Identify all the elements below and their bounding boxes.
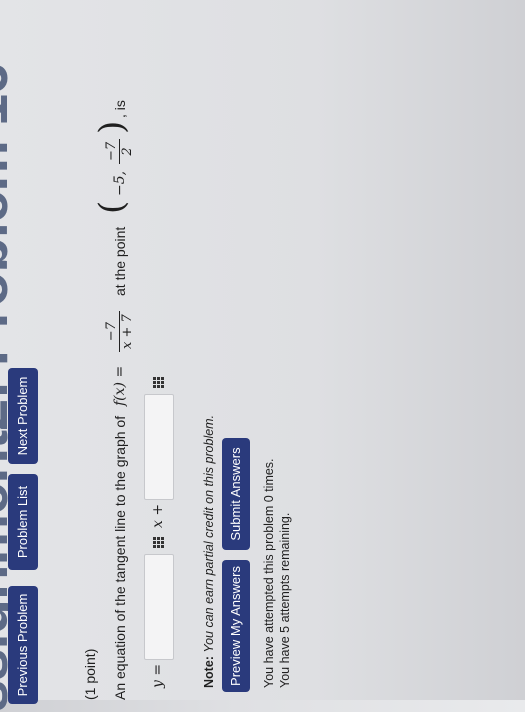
note-label: Note:	[202, 656, 216, 688]
y-equals-label: y =	[150, 663, 166, 688]
next-problem-button[interactable]: Next Problem	[8, 368, 38, 464]
equation-editor-icon[interactable]	[153, 537, 164, 548]
x-plus-label: x +	[150, 503, 166, 528]
right-paren: )	[92, 120, 132, 134]
photo-of-screen: ssignment2: Problem 16 Previous Problem …	[0, 0, 525, 712]
point-y-numerator: −7	[104, 138, 120, 164]
function-label: f(x) =	[112, 365, 128, 406]
remaining-attempts-text: You have 5 attempts remaining.	[278, 512, 292, 688]
preview-answers-button[interactable]: Preview My Answers	[222, 560, 250, 692]
point-y-fraction: −7 2	[104, 138, 135, 164]
left-paren: (	[92, 200, 132, 214]
function-denominator: x + 7	[120, 314, 135, 349]
problem-list-button[interactable]: Problem List	[8, 474, 38, 570]
is-label: , is	[112, 100, 128, 118]
note-text: You can earn partial credit on this prob…	[202, 414, 216, 653]
function-fraction: −7 x + 7	[104, 311, 135, 352]
function-numerator: −7	[104, 311, 120, 352]
equation-editor-icon[interactable]	[153, 377, 164, 388]
attempted-count-text: You have attempted this problem 0 times.	[262, 458, 276, 688]
slope-answer-input[interactable]	[144, 554, 174, 660]
partial-credit-note: Note: You can earn partial credit on thi…	[202, 415, 216, 688]
intercept-answer-input[interactable]	[144, 394, 174, 500]
point-y-denominator: 2	[120, 147, 135, 156]
previous-problem-button[interactable]: Previous Problem	[8, 586, 38, 704]
problem-stem: An equation of the tangent line to the g…	[112, 415, 128, 700]
at-point-label: at the point	[112, 226, 128, 296]
points-label: (1 point)	[82, 648, 98, 700]
submit-answers-button[interactable]: Submit Answers	[222, 438, 250, 550]
point-x: −5,	[112, 170, 128, 196]
